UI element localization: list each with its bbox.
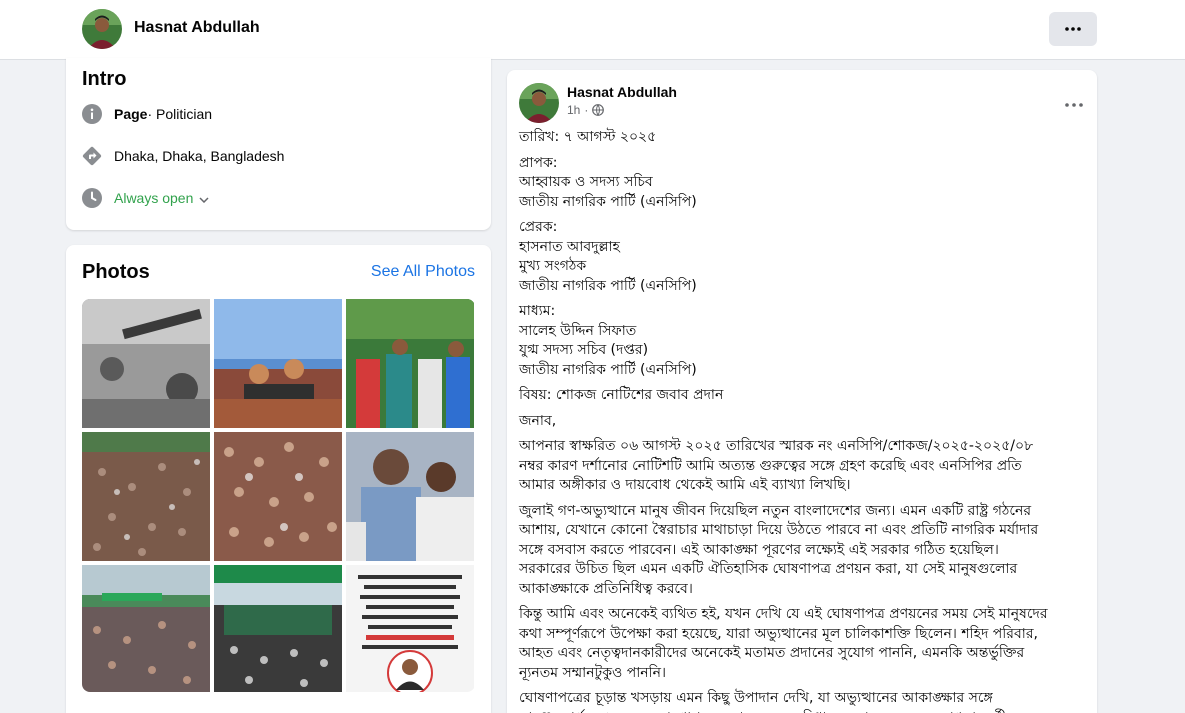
intro-card: Intro Page · Politician Dhaka, Dhaka, Ba… (66, 58, 491, 230)
photo-tile[interactable] (82, 432, 210, 561)
photo-tile[interactable] (346, 432, 474, 561)
post-paragraph: তারিখ: ৭ আগস্ট ২০২৫ (519, 129, 657, 145)
location-arrow-icon (82, 146, 102, 166)
clock-icon (82, 188, 102, 208)
photo-tile[interactable] (214, 432, 342, 561)
photo-tile[interactable] (346, 299, 474, 428)
post-paragraph: জুলাই গণ-অভ্যুত্থানে মানুষ জীবন দিয়েছিল… (519, 502, 1039, 597)
photo-grid (82, 299, 475, 692)
intro-title: Intro (82, 68, 127, 90)
more-horizontal-icon (1065, 103, 1083, 107)
intro-category: Page · Politician (82, 104, 212, 124)
intro-hours[interactable]: Always open (82, 188, 209, 208)
photo-tile[interactable] (82, 299, 210, 428)
page-avatar[interactable] (82, 9, 122, 49)
photo-tile[interactable] (346, 565, 474, 692)
see-all-photos-link[interactable]: See All Photos (371, 263, 475, 281)
post-paragraph: বিষয়: শোকজ নোটিশের জবাব প্রদান (519, 387, 724, 403)
category-value: · Politician (147, 106, 213, 122)
post-paragraph: প্রাপক: আহ্বায়ক ও সদস্য সচিব জাতীয় নাগ… (519, 154, 697, 210)
meta-separator: · (584, 103, 589, 117)
category-label: Page (114, 106, 148, 122)
post-author-name[interactable]: Hasnat Abdullah (567, 84, 677, 100)
post-options-button[interactable] (1065, 92, 1083, 111)
post-paragraph: মাধ্যম: সালেহ উদ্দিন সিফাত যুগ্ম সদস্য স… (519, 303, 697, 378)
post-timestamp[interactable]: 1h (567, 103, 580, 117)
post-text: তারিখ: ৭ আগস্ট ২০২৫ প্রাপক: আহ্বায়ক ও স… (519, 128, 1089, 713)
post-meta: 1h · (567, 103, 605, 117)
page-name[interactable]: Hasnat Abdullah (134, 19, 260, 37)
photo-tile[interactable] (214, 299, 342, 428)
intro-location: Dhaka, Dhaka, Bangladesh (82, 146, 284, 166)
post-paragraph: প্রেরক: হাসনাত আবদুল্লাহ মুখ্য সংগঠক জাত… (519, 219, 697, 294)
post-paragraph: কিন্তু আমি এবং অনেকেই ব্যথিত হই, যখন দেখ… (519, 606, 1048, 681)
page-header: Hasnat Abdullah (0, 0, 1185, 60)
photo-tile[interactable] (214, 565, 342, 692)
post-card: Hasnat Abdullah 1h · তারিখ: ৭ আগস্ট ২০২৫… (507, 70, 1097, 713)
post-author-avatar[interactable] (519, 83, 559, 123)
location-text[interactable]: Dhaka, Dhaka, Bangladesh (114, 148, 284, 164)
more-options-button[interactable] (1049, 12, 1097, 46)
info-icon (82, 104, 102, 124)
chevron-down-icon (199, 190, 209, 206)
post-paragraph: জনাব, (519, 412, 557, 429)
more-horizontal-icon (1065, 27, 1081, 31)
photo-tile[interactable] (82, 565, 210, 692)
hours-text: Always open (114, 190, 194, 206)
photos-card: Photos See All Photos (66, 245, 491, 713)
post-paragraph: ঘোষণাপত্রের চূড়ান্ত খসড়ায় এমন কিছু উপ… (519, 690, 1006, 713)
post-paragraph: আপনার স্বাক্ষরিত ০৬ আগস্ট ২০২৫ তারিখের স… (519, 438, 1034, 493)
globe-icon[interactable] (592, 104, 605, 116)
photos-title: Photos (82, 261, 150, 283)
